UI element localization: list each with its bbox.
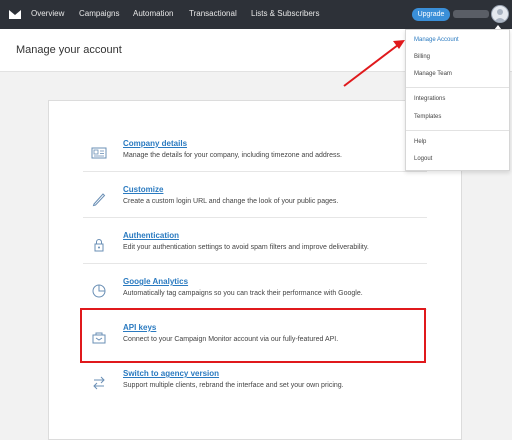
- menu-manage-team[interactable]: Manage Team: [414, 71, 452, 77]
- nav-overview[interactable]: Overview: [31, 9, 64, 18]
- customize-link[interactable]: Customize: [123, 185, 163, 194]
- nav-lists-subscribers[interactable]: Lists & Subscribers: [251, 9, 319, 18]
- divider: [83, 263, 427, 264]
- google-analytics-link[interactable]: Google Analytics: [123, 277, 188, 286]
- account-dropdown: Manage Account Billing Manage Team Integ…: [405, 29, 510, 171]
- username-blurred[interactable]: [453, 10, 489, 18]
- top-nav: Overview Campaigns Automation Transactio…: [0, 0, 512, 29]
- agency-version-desc: Support multiple clients, rebrand the in…: [123, 382, 344, 389]
- setting-customize: Customize Create a custom login URL and …: [49, 185, 463, 225]
- swap-arrows-icon: [93, 376, 105, 390]
- menu-manage-account[interactable]: Manage Account: [414, 37, 459, 43]
- pie-chart-icon: [92, 284, 106, 298]
- avatar[interactable]: [491, 5, 509, 23]
- nav-automation[interactable]: Automation: [133, 9, 173, 18]
- page-title: Manage your account: [16, 44, 122, 56]
- lock-icon: [94, 239, 104, 252]
- nav-transactional[interactable]: Transactional: [189, 9, 237, 18]
- setting-agency-version: Switch to agency version Support multipl…: [49, 369, 463, 409]
- menu-help[interactable]: Help: [414, 139, 426, 145]
- menu-divider: [406, 87, 509, 88]
- logo-icon[interactable]: [8, 8, 22, 20]
- company-details-link[interactable]: Company details: [123, 139, 187, 148]
- authentication-desc: Edit your authentication settings to avo…: [123, 244, 369, 251]
- menu-templates[interactable]: Templates: [414, 114, 441, 120]
- google-analytics-desc: Automatically tag campaigns so you can t…: [123, 290, 363, 297]
- menu-logout[interactable]: Logout: [414, 156, 432, 162]
- upgrade-button[interactable]: Upgrade: [412, 8, 450, 21]
- highlight-box: [80, 308, 426, 363]
- menu-billing[interactable]: Billing: [414, 54, 430, 60]
- pen-icon: [92, 193, 106, 207]
- authentication-link[interactable]: Authentication: [123, 231, 179, 240]
- setting-company-details: Company details Manage the details for y…: [49, 139, 463, 179]
- company-details-desc: Manage the details for your company, inc…: [123, 152, 342, 159]
- nav-campaigns[interactable]: Campaigns: [79, 9, 119, 18]
- agency-version-link[interactable]: Switch to agency version: [123, 369, 219, 378]
- settings-panel: Company details Manage the details for y…: [48, 100, 462, 440]
- user-avatar-icon: [494, 9, 506, 22]
- customize-desc: Create a custom login URL and change the…: [123, 198, 339, 205]
- menu-divider: [406, 130, 509, 131]
- divider: [83, 217, 427, 218]
- setting-authentication: Authentication Edit your authentication …: [49, 231, 463, 271]
- divider: [83, 171, 427, 172]
- id-card-icon: [91, 147, 107, 159]
- menu-integrations[interactable]: Integrations: [414, 96, 445, 102]
